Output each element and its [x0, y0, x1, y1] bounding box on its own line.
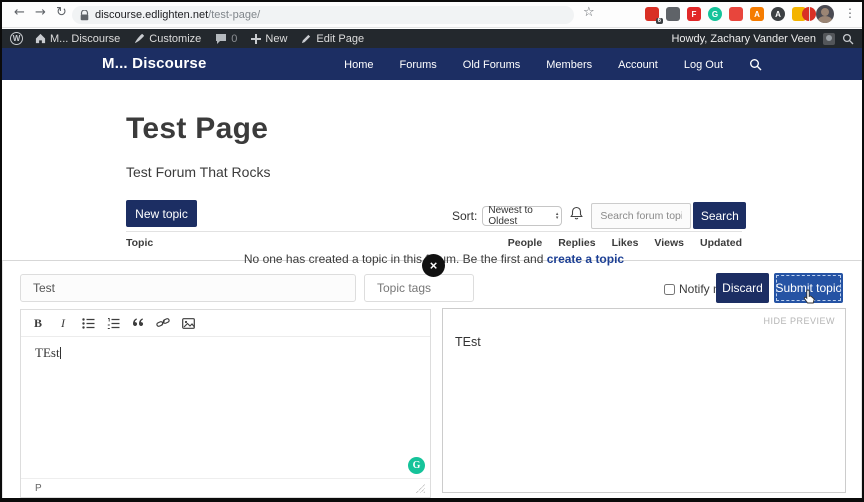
page-title: Test Page: [126, 112, 269, 145]
select-arrows-icon: ▴ ▾: [555, 210, 559, 221]
paintbrush-icon: [135, 33, 145, 44]
link-button[interactable]: [154, 314, 172, 332]
col-topic: Topic: [126, 236, 154, 249]
discard-button[interactable]: Discard: [716, 273, 769, 303]
lock-icon: [80, 9, 89, 20]
nav-item-forums[interactable]: Forums: [400, 59, 437, 71]
site-navbar: M... Discourse Home Forums Old Forums Me…: [2, 48, 862, 80]
reload-icon[interactable]: ↻: [56, 5, 67, 20]
nav-item-account[interactable]: Account: [618, 59, 658, 71]
site-logo[interactable]: M... Discourse: [102, 55, 207, 72]
home-icon: [35, 33, 46, 44]
hide-preview-button[interactable]: HIDE PREVIEW: [763, 316, 835, 326]
editor-textarea[interactable]: TEst G: [21, 337, 430, 478]
notification-bell-icon[interactable]: [570, 206, 584, 225]
admin-comments[interactable]: 0: [215, 33, 237, 45]
browser-menu-icon[interactable]: ⋮: [844, 6, 856, 20]
notify-me-checkbox[interactable]: [664, 283, 675, 295]
extension-badge: 6: [655, 18, 663, 24]
address-bar[interactable]: discourse.edlighten.net/test-page/: [72, 6, 574, 24]
sort-label: Sort:: [452, 208, 478, 223]
admin-edit-page[interactable]: Edit Page: [301, 33, 364, 45]
close-icon: ×: [429, 258, 438, 273]
pencil-icon: [302, 34, 311, 44]
plus-icon: [251, 33, 262, 44]
topic-title-input[interactable]: [20, 274, 356, 302]
editor-text: TEst: [35, 345, 60, 360]
forward-icon[interactable]: →: [35, 5, 46, 20]
bullet-list-button[interactable]: [79, 314, 97, 332]
admin-site-name[interactable]: M... Discourse: [35, 33, 120, 45]
comment-bubble-icon: [216, 34, 227, 44]
nav-item-members[interactable]: Members: [546, 59, 592, 71]
nav-menu: Home Forums Old Forums Members Account L…: [344, 58, 762, 71]
numbered-list-button[interactable]: [104, 314, 122, 332]
admin-avatar[interactable]: [823, 32, 835, 45]
new-topic-button[interactable]: New topic: [126, 200, 197, 227]
forum-subtitle: Test Forum That Rocks: [126, 164, 271, 180]
browser-profile-avatar[interactable]: [816, 5, 834, 23]
col-replies: Replies: [558, 236, 596, 249]
bookmark-star-icon[interactable]: ☆: [583, 5, 595, 20]
url-text: discourse.edlighten.net/test-page/: [95, 9, 261, 21]
wp-admin-bar: W M... Discourse Customize 0 New Edit Pa…: [2, 29, 862, 48]
extension-icon-6[interactable]: A: [750, 7, 764, 21]
sort-select[interactable]: Newest to Oldest ▴ ▾: [482, 205, 563, 227]
nav-search-icon[interactable]: [749, 58, 762, 71]
extension-icon-5[interactable]: [729, 7, 743, 21]
topics-table-header: Topic People Replies Likes Views Updated: [126, 231, 742, 253]
nav-item-logout[interactable]: Log Out: [684, 59, 723, 71]
back-icon[interactable]: ←: [14, 5, 25, 20]
editor-block-indicator: P: [35, 482, 42, 494]
grammarly-icon[interactable]: G: [408, 457, 425, 474]
extension-icon-1[interactable]: 6: [645, 7, 663, 24]
col-likes: Likes: [611, 236, 639, 249]
image-button[interactable]: [179, 314, 197, 332]
bold-button[interactable]: B: [29, 314, 47, 332]
forum-search-button[interactable]: Search: [693, 202, 747, 229]
forum-controls: Sort: Newest to Oldest ▴ ▾ Search: [452, 202, 747, 229]
admin-howdy[interactable]: Howdy, Zachary Vander Veen: [671, 33, 816, 45]
extension-icon-2[interactable]: [666, 7, 680, 21]
preview-text: TEst: [455, 335, 481, 349]
extension-icon-7[interactable]: A: [771, 7, 785, 21]
admin-search-icon[interactable]: [842, 33, 854, 45]
nav-item-home[interactable]: Home: [344, 59, 373, 71]
nav-item-old-forums[interactable]: Old Forums: [463, 59, 520, 71]
col-views: Views: [654, 236, 684, 249]
col-updated: Updated: [700, 236, 742, 249]
toolbar-divider: [809, 7, 810, 21]
extension-icon-3[interactable]: F: [687, 7, 701, 21]
col-people: People: [507, 236, 543, 249]
create-topic-link[interactable]: create a topic: [547, 252, 624, 266]
italic-button[interactable]: I: [54, 314, 72, 332]
wordpress-logo-icon[interactable]: W: [10, 32, 23, 45]
topic-tags-input[interactable]: [364, 274, 474, 302]
forum-search-input[interactable]: [591, 202, 692, 229]
editor-toolbar: B I: [21, 310, 430, 337]
topic-preview-panel: HIDE PREVIEW TEst: [442, 308, 846, 493]
mouse-cursor-hand: [803, 289, 815, 304]
blockquote-button[interactable]: [129, 314, 147, 332]
browser-toolbar: ← → ↻ discourse.edlighten.net/test-page/…: [2, 2, 862, 28]
post-editor: B I TEst G P: [20, 309, 431, 498]
admin-new[interactable]: New: [251, 33, 287, 45]
browser-window: ← → ↻ discourse.edlighten.net/test-page/…: [0, 0, 864, 502]
resize-handle[interactable]: [416, 483, 425, 493]
editor-status-bar: P: [21, 478, 430, 497]
admin-customize[interactable]: Customize: [134, 33, 201, 45]
extension-icon-grammarly[interactable]: G: [708, 7, 722, 21]
close-composer-button[interactable]: ×: [422, 254, 445, 277]
text-caret: [59, 347, 61, 359]
